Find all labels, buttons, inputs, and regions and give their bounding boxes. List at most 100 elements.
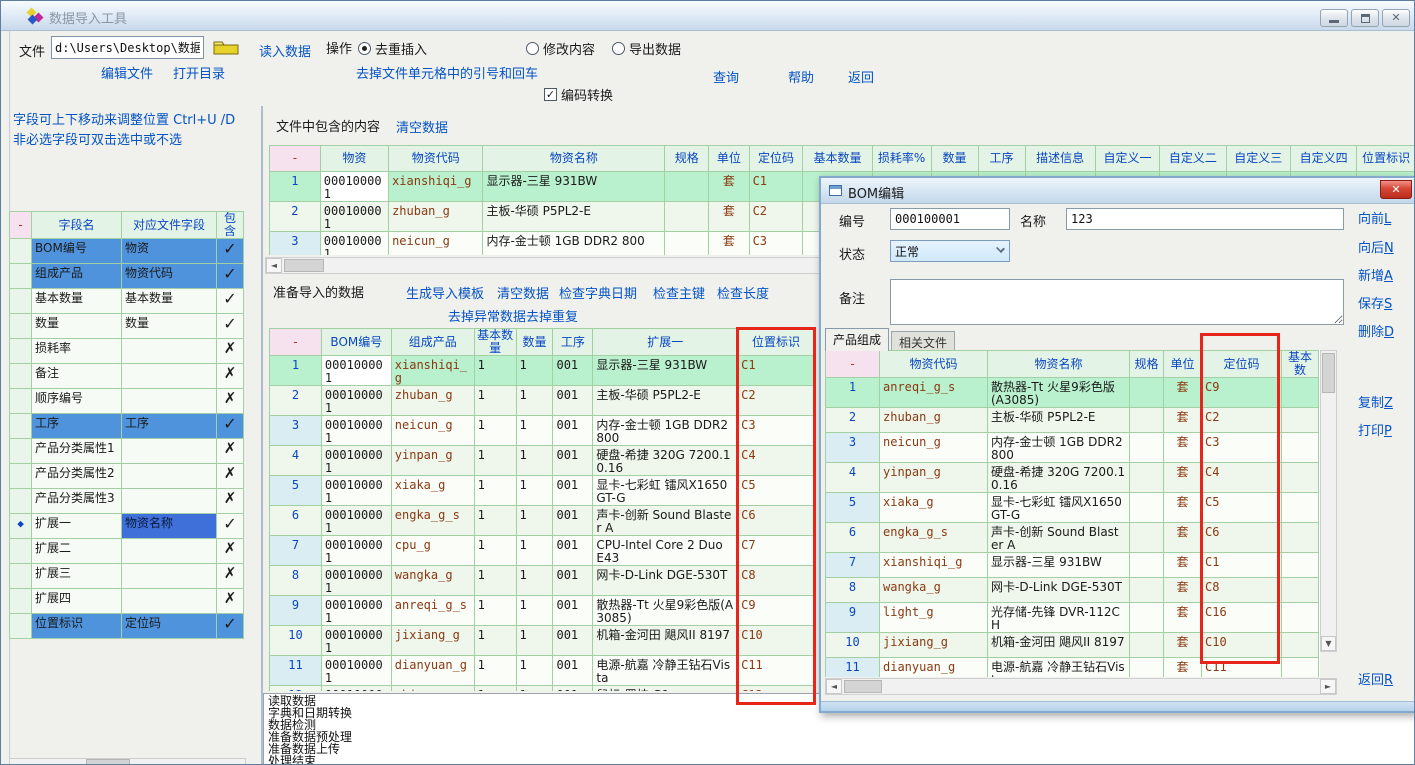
- cell[interactable]: [1130, 578, 1164, 603]
- cell[interactable]: xianshiqi_g: [391, 356, 474, 386]
- cell[interactable]: jixiang_g: [391, 626, 474, 656]
- cell[interactable]: 鼠标-罗技 G1: [593, 686, 738, 692]
- cell[interactable]: [10, 414, 32, 439]
- cell[interactable]: xiaka_g: [880, 493, 988, 523]
- cell[interactable]: 001: [553, 656, 593, 686]
- cell[interactable]: [122, 439, 217, 464]
- cell[interactable]: 显示器-三星 931BW: [593, 356, 738, 386]
- cell[interactable]: 基本数量: [32, 289, 122, 314]
- cell[interactable]: 001: [553, 686, 593, 692]
- cell[interactable]: 1: [474, 566, 516, 596]
- cell[interactable]: wangka_g: [880, 578, 988, 603]
- cell[interactable]: 10: [826, 633, 880, 658]
- cell[interactable]: [10, 489, 32, 514]
- print-record-link[interactable]: 打印P: [1358, 420, 1392, 439]
- bom-status-select[interactable]: 正常: [890, 240, 1010, 262]
- cell[interactable]: 000100001: [321, 566, 391, 596]
- column-header[interactable]: 工序: [553, 329, 593, 356]
- cell[interactable]: 5: [270, 476, 322, 506]
- bom-name-input[interactable]: [1066, 208, 1344, 230]
- cell[interactable]: C16: [1202, 603, 1282, 633]
- column-header[interactable]: 损耗率%: [872, 146, 931, 172]
- cell[interactable]: [10, 464, 32, 489]
- cell[interactable]: 套: [709, 202, 749, 232]
- clear-file-data-link[interactable]: 清空数据: [396, 117, 448, 136]
- cell[interactable]: [10, 364, 32, 389]
- cell[interactable]: 3: [270, 416, 322, 446]
- cell[interactable]: yinpan_g: [391, 446, 474, 476]
- column-header[interactable]: 自定义四: [1290, 146, 1356, 172]
- table-row[interactable]: 扩展二✗: [10, 539, 244, 564]
- cell[interactable]: 硬盘-希捷 320G 7200.10.16: [593, 446, 738, 476]
- cell[interactable]: 1: [516, 566, 553, 596]
- cell[interactable]: 套: [1164, 578, 1202, 603]
- cell[interactable]: [122, 589, 217, 614]
- cell[interactable]: [1282, 603, 1319, 633]
- prev-record-link[interactable]: 向前L: [1358, 208, 1391, 227]
- cell[interactable]: 7: [270, 536, 322, 566]
- cell[interactable]: 产品分类属性1: [32, 439, 122, 464]
- cell[interactable]: 000100001: [321, 386, 391, 416]
- column-header[interactable]: 自定义一: [1095, 146, 1159, 172]
- cell[interactable]: xianshiqi_g: [880, 553, 988, 578]
- cell[interactable]: [1130, 603, 1164, 633]
- cell[interactable]: [1282, 633, 1319, 658]
- cell[interactable]: 1: [474, 356, 516, 386]
- cell[interactable]: 主板-华硕 P5PL2-E: [483, 202, 665, 232]
- save-record-link[interactable]: 保存S: [1358, 293, 1392, 312]
- cell[interactable]: C1: [738, 356, 815, 386]
- cell[interactable]: 000100001: [320, 172, 388, 202]
- cell[interactable]: [1282, 658, 1319, 678]
- cell[interactable]: 1: [474, 656, 516, 686]
- query-link[interactable]: 查询: [713, 67, 739, 86]
- tab-related-files[interactable]: 相关文件: [891, 331, 955, 351]
- cell[interactable]: ✗: [217, 439, 244, 464]
- browse-folder-icon[interactable]: [213, 38, 241, 57]
- table-row[interactable]: 6engka_g_s声卡-创新 Sound Blast er A套C6: [826, 523, 1319, 553]
- dialog-close-button[interactable]: ✕: [1380, 180, 1412, 199]
- column-header[interactable]: 自定义三: [1226, 146, 1290, 172]
- cell[interactable]: zhuban_g: [880, 408, 988, 433]
- table-row[interactable]: 3neicun_g内存-金士顿 1GB DDR2 800套C3: [826, 433, 1319, 463]
- cell[interactable]: [665, 202, 709, 232]
- cell[interactable]: [122, 364, 217, 389]
- table-row[interactable]: 5000100001xiaka_g11001显卡-七彩虹 镭风X1650 GT-…: [270, 476, 815, 506]
- cell[interactable]: [10, 314, 32, 339]
- cell[interactable]: 7: [826, 553, 880, 578]
- column-header[interactable]: 物资名称: [988, 351, 1130, 378]
- cell[interactable]: [122, 389, 217, 414]
- cell[interactable]: C9: [1202, 378, 1282, 408]
- cell[interactable]: 1: [516, 356, 553, 386]
- cell[interactable]: 1: [516, 506, 553, 536]
- cell[interactable]: 1: [270, 356, 322, 386]
- cell[interactable]: 硬盘-希捷 320G 7200.10.16: [988, 463, 1130, 493]
- cell[interactable]: [1130, 408, 1164, 433]
- cell[interactable]: ubiao_g_s: [391, 686, 474, 692]
- table-row[interactable]: 3000100001neicun_g11001内存-金士顿 1GB DDR2 8…: [270, 416, 815, 446]
- cell[interactable]: 工序: [32, 414, 122, 439]
- minimize-button[interactable]: [1320, 9, 1348, 27]
- column-header[interactable]: 物资: [320, 146, 388, 172]
- cell[interactable]: ✓: [217, 264, 244, 289]
- cell[interactable]: 显卡-七彩虹 镭风X1650 GT-G: [593, 476, 738, 506]
- table-row[interactable]: BOM编号物资✓: [10, 239, 244, 264]
- table-row[interactable]: 工序工序✓: [10, 414, 244, 439]
- cell[interactable]: ✓: [217, 414, 244, 439]
- cell[interactable]: C7: [738, 536, 815, 566]
- cell[interactable]: 机箱-金河田 飓风II 8197: [593, 626, 738, 656]
- scroll-down-icon[interactable]: ▼: [1321, 636, 1336, 651]
- radio-dedupe-insert[interactable]: 去重插入: [358, 39, 427, 58]
- cell[interactable]: 001: [553, 476, 593, 506]
- cell[interactable]: 损耗率: [32, 339, 122, 364]
- cell[interactable]: [1130, 378, 1164, 408]
- cell[interactable]: 主板-华硕 P5PL2-E: [593, 386, 738, 416]
- cell[interactable]: ✗: [217, 539, 244, 564]
- table-row[interactable]: 位置标识定位码✓: [10, 614, 244, 639]
- table-row[interactable]: 1000100001xianshiqi_g11001显示器-三星 931BWC1: [270, 356, 815, 386]
- table-row[interactable]: 9light_g光存储-先锋 DVR-112CH套C16: [826, 603, 1319, 633]
- cell[interactable]: 000100001: [321, 656, 391, 686]
- cell[interactable]: ✗: [217, 389, 244, 414]
- column-header[interactable]: 数量: [516, 329, 553, 356]
- cell[interactable]: engka_g_s: [391, 506, 474, 536]
- cell[interactable]: 001: [553, 566, 593, 596]
